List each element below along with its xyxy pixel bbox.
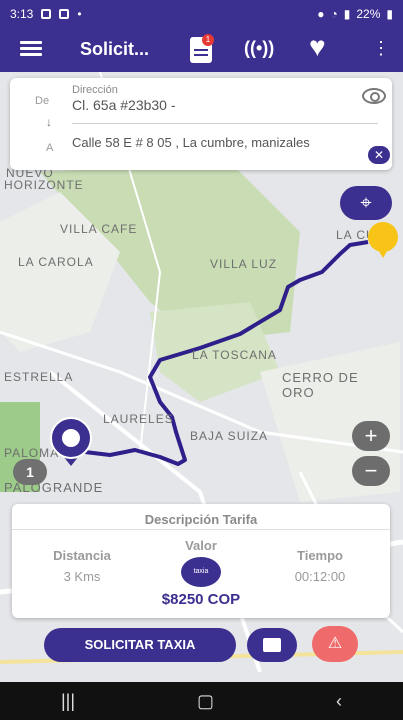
alarm-icon: ⚠ (327, 635, 343, 652)
origin-field[interactable]: Cl. 65a #23b30 - (72, 97, 176, 113)
system-nav-bar: ||| ▢ ‹ (0, 682, 403, 720)
map-label: ESTRELLA (4, 370, 74, 384)
map-label: LA TOSCANA (192, 348, 277, 362)
status-bar: 3:13 • ● ◔ ▮ 22% ▮ (0, 0, 403, 28)
zoom-out-button[interactable]: − (352, 456, 390, 486)
destination-field[interactable]: Calle 58 E # 8 05 , La cumbre, manizales (72, 135, 312, 151)
value-label: Valor (185, 538, 217, 553)
fare-price: $8250 COP (161, 591, 241, 608)
map-label: CERRO DE ORO (282, 370, 359, 400)
status-time: 3:13 (10, 7, 34, 21)
home-icon[interactable]: ▢ (197, 691, 214, 712)
time-label: Tiempo (297, 548, 343, 563)
map-label: VILLA LUZ (210, 257, 278, 271)
back-icon[interactable]: ‹ (336, 691, 342, 712)
divider (72, 123, 378, 124)
battery-icon: ▮ (386, 7, 393, 21)
message-icon (59, 9, 70, 19)
page-title: Solicit... (80, 39, 150, 59)
destination-pin-icon[interactable] (368, 222, 398, 258)
app-bar: Solicit... 1 ((•)) ♥ ⋮ (0, 28, 403, 72)
payment-method-button[interactable] (247, 628, 297, 662)
map-label: HORIZONTE (4, 178, 84, 192)
distance-column: Distancia 3 Kms (32, 548, 132, 584)
my-location-button[interactable]: ⌖ (340, 186, 392, 220)
location-icon: ● (317, 7, 325, 21)
value-column: Valor taxia $8250 COP (151, 538, 251, 608)
more-options-icon[interactable]: ⋮ (372, 38, 390, 59)
map-label: BAJA SUIZA (190, 429, 269, 443)
zoom-in-button[interactable]: + (352, 421, 390, 451)
pin-count-badge[interactable]: 1 (13, 459, 47, 485)
fare-card: Descripción Tarifa Distancia 3 Kms Valor… (12, 504, 390, 618)
time-column: Tiempo 00:12:00 (270, 548, 370, 584)
arrow-down-icon: ↓ (46, 115, 52, 129)
time-value: 00:12:00 (294, 569, 346, 584)
taxi-driver-pin-icon[interactable] (46, 417, 96, 466)
eye-icon[interactable] (362, 88, 386, 104)
to-label: A (46, 142, 54, 154)
taxia-logo: taxia (181, 557, 221, 587)
gallery-icon (41, 9, 52, 19)
map-label: LA CAROLA (18, 255, 94, 269)
menu-icon[interactable] (20, 41, 42, 57)
map-label: LAURELES (103, 412, 174, 426)
cash-icon (263, 638, 281, 652)
from-label: De (35, 95, 50, 107)
broadcast-icon[interactable]: ((•)) (244, 38, 274, 59)
signal-icon: ▮ (343, 7, 351, 21)
clear-destination-icon[interactable]: ✕ (368, 146, 390, 164)
direction-label: Dirección (72, 84, 118, 96)
dot-icon: • (77, 7, 82, 21)
address-card: De ↓ A Dirección Cl. 65a #23b30 - Calle … (10, 78, 392, 170)
battery-level: 22% (356, 7, 381, 21)
favorites-heart-icon[interactable]: ♥ (309, 33, 326, 61)
distance-label: Distancia (53, 548, 111, 563)
map-label: VILLA CAFE (60, 222, 138, 236)
notification-badge: 1 (202, 34, 214, 46)
sos-alarm-button[interactable]: ⚠ (312, 626, 358, 662)
request-taxi-button[interactable]: SOLICITAR TAXIA (44, 628, 236, 662)
fare-title: Descripción Tarifa (12, 504, 390, 530)
recent-apps-icon[interactable]: ||| (61, 691, 75, 712)
wifi-icon: ◔ (330, 7, 338, 21)
distance-value: 3 Kms (63, 569, 101, 584)
